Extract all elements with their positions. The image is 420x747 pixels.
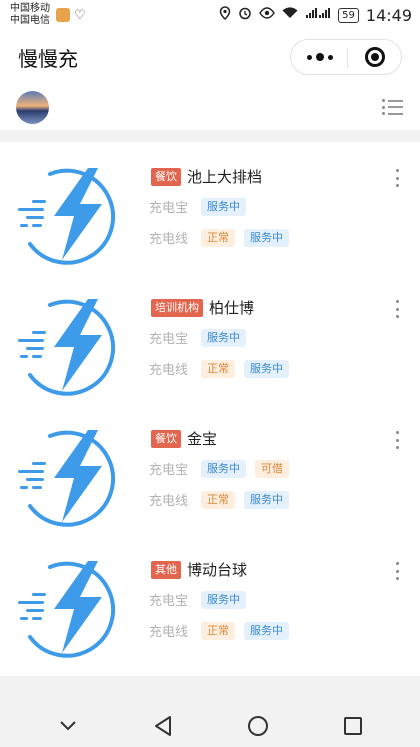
status-badge: 服务中 <box>201 197 246 216</box>
shop-name: 柏仕博 <box>209 299 255 317</box>
status-badge: 服务中 <box>201 459 246 478</box>
device-label: 充电宝 <box>149 201 189 216</box>
status-badge: 服务中 <box>201 328 246 347</box>
back-icon[interactable] <box>143 706 183 746</box>
clock: 14:49 <box>365 5 412 25</box>
category-tag: 餐饮 <box>151 167 181 186</box>
more-options-icon[interactable] <box>307 53 333 61</box>
alarm-icon <box>238 6 252 24</box>
shop-name: 金宝 <box>187 430 218 448</box>
device-status-row: 充电宝 服务中 <box>149 197 255 216</box>
carrier-2: 中国电信 <box>10 15 50 26</box>
more-options-icon[interactable] <box>395 562 399 580</box>
more-options-icon[interactable] <box>395 431 399 449</box>
charging-logo-icon <box>14 293 126 397</box>
user-bar <box>0 84 420 130</box>
shop-name: 博动台球 <box>187 561 248 579</box>
shop-list-item[interactable]: 其他 博动台球 充电宝 服务中 充电线 正常 服务中 <box>0 535 420 666</box>
title-bar: 慢慢充 <box>0 30 420 84</box>
avatar[interactable] <box>16 90 49 124</box>
status-badge: 服务中 <box>201 590 246 609</box>
status-badge: 服务中 <box>244 359 289 378</box>
device-status-row: 充电宝 服务中 <box>149 590 255 609</box>
miniprogram-capsule <box>290 39 402 75</box>
eye-icon <box>259 7 275 23</box>
device-status-row: 充电宝 服务中 可借 <box>149 459 298 478</box>
shop-header: 餐饮 池上大排档 <box>151 166 262 187</box>
shop-header: 其他 博动台球 <box>151 559 247 580</box>
shop-list: 餐饮 池上大排档 充电宝 服务中 充电线 正常 服务中 培训机构 柏仕博 充电宝 服务中 充电线 正常… <box>0 142 420 676</box>
device-label: 充电线 <box>149 625 189 640</box>
shop-header: 培训机构 柏仕博 <box>151 297 254 318</box>
close-miniprogram-icon[interactable] <box>365 47 385 67</box>
category-tag: 其他 <box>151 560 181 579</box>
wifi-icon <box>282 7 298 23</box>
shop-name: 池上大排档 <box>187 168 263 186</box>
location-icon <box>219 6 231 24</box>
status-badge: 正常 <box>201 228 235 247</box>
carrier-1: 中国移动 <box>10 3 50 14</box>
shop-list-item[interactable]: 培训机构 柏仕博 充电宝 服务中 充电线 正常 服务中 <box>0 273 420 404</box>
app-notification-icon <box>56 8 70 22</box>
list-menu-icon[interactable] <box>382 99 404 115</box>
charging-logo-icon <box>14 162 126 266</box>
device-label: 充电宝 <box>149 594 189 609</box>
heart-rate-icon: ♡ <box>74 7 86 23</box>
status-badge: 正常 <box>201 621 235 640</box>
device-status-row: 充电线 正常 服务中 <box>149 490 298 509</box>
home-icon[interactable] <box>238 706 278 746</box>
charging-logo-icon <box>14 424 126 528</box>
charging-logo-icon <box>14 555 126 659</box>
system-nav-bar <box>0 704 420 747</box>
device-label: 充电线 <box>149 494 189 509</box>
status-bar: 中国移动 中国电信 ♡ 59 14:49 <box>0 0 420 30</box>
device-status-row: 充电线 正常 服务中 <box>149 359 298 378</box>
status-badge: 可借 <box>255 459 289 478</box>
more-options-icon[interactable] <box>395 169 399 187</box>
device-label: 充电宝 <box>149 463 189 478</box>
more-options-icon[interactable] <box>395 300 399 318</box>
status-badge: 服务中 <box>244 228 289 247</box>
signal-icon <box>305 7 331 23</box>
device-status-row: 充电线 正常 服务中 <box>149 228 298 247</box>
page-title: 慢慢充 <box>18 46 78 71</box>
shop-list-item[interactable]: 餐饮 金宝 充电宝 服务中 可借 充电线 正常 服务中 <box>0 404 420 535</box>
status-badge: 服务中 <box>244 490 289 509</box>
device-status-row: 充电线 正常 服务中 <box>149 621 298 640</box>
recents-icon[interactable] <box>333 706 373 746</box>
status-badge: 正常 <box>201 490 235 509</box>
status-badge: 服务中 <box>244 621 289 640</box>
chevron-down-icon[interactable] <box>48 706 88 746</box>
device-status-row: 充电宝 服务中 <box>149 328 255 347</box>
shop-list-item[interactable]: 餐饮 池上大排档 充电宝 服务中 充电线 正常 服务中 <box>0 142 420 273</box>
battery-icon: 59 <box>338 7 359 23</box>
device-label: 充电线 <box>149 363 189 378</box>
status-badge: 正常 <box>201 359 235 378</box>
device-label: 充电线 <box>149 232 189 247</box>
shop-header: 餐饮 金宝 <box>151 428 217 449</box>
category-tag: 餐饮 <box>151 429 181 448</box>
category-tag: 培训机构 <box>151 298 203 317</box>
device-label: 充电宝 <box>149 332 189 347</box>
carrier-info: 中国移动 中国电信 <box>10 3 50 27</box>
